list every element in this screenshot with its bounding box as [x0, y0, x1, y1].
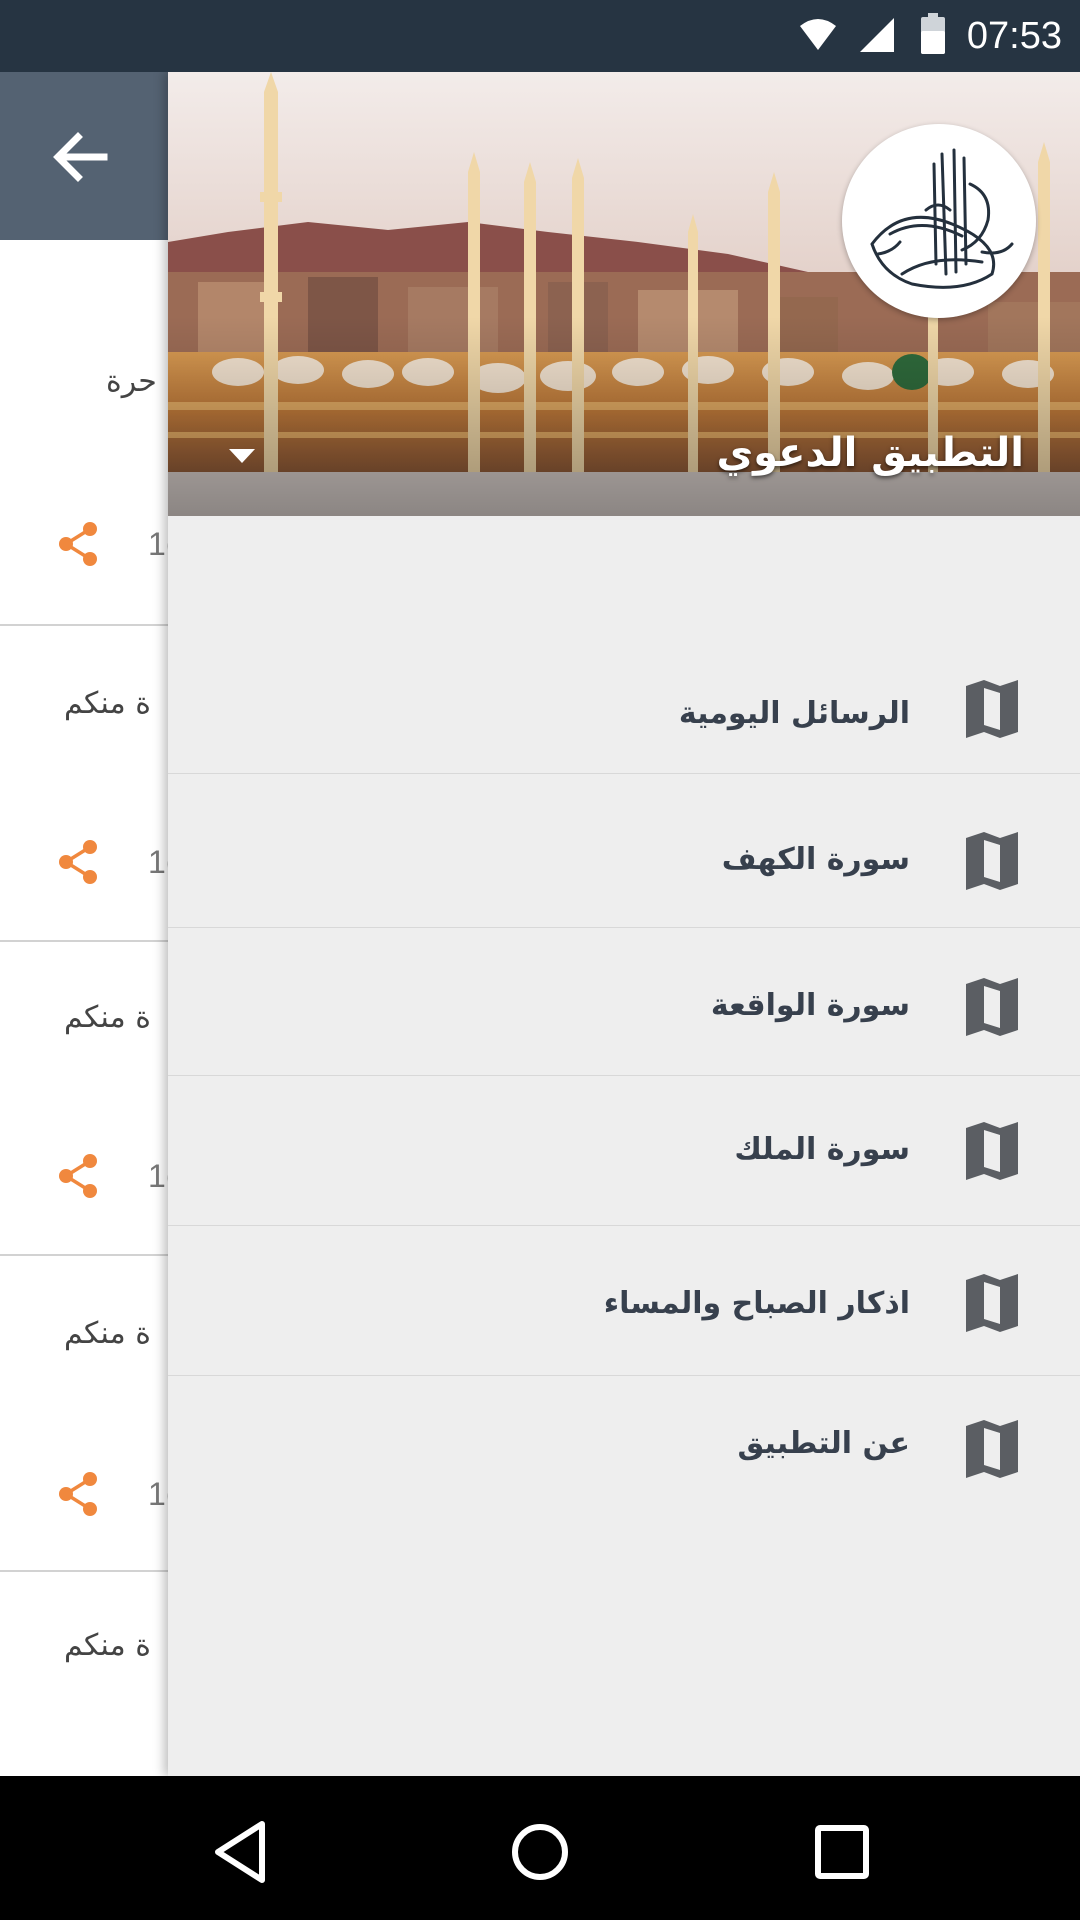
arrow-back-icon: [53, 132, 108, 182]
book-icon: [966, 1274, 1018, 1332]
menu-item-label: الرسائل اليومية: [678, 696, 910, 731]
menu-item-surat-al-kahf[interactable]: سورة الكهف: [168, 774, 1080, 928]
share-icon[interactable]: [56, 838, 100, 886]
wifi-icon: [800, 19, 836, 50]
signal-icon: [860, 18, 894, 52]
share-icon[interactable]: [56, 520, 100, 568]
nav-home-button[interactable]: [500, 1812, 580, 1892]
nav-recents-button[interactable]: [802, 1812, 882, 1892]
menu-item-label: اذكار الصباح والمساء: [603, 1286, 910, 1321]
drawer-header: التطبيق الدعوي: [168, 72, 1080, 516]
menu-item-label: عن التطبيق: [737, 1426, 911, 1461]
book-icon: [966, 1420, 1018, 1478]
card-text: ة منكم: [64, 1316, 151, 1351]
back-triangle-icon: [215, 1821, 265, 1883]
menu-item-surat-al-waqiah[interactable]: سورة الواقعة: [168, 928, 1080, 1076]
system-navigation-bar: [0, 1776, 1080, 1920]
menu-item-label: سورة الكهف: [721, 842, 910, 877]
nav-back-button[interactable]: [200, 1812, 280, 1892]
app-name: التطبيق الدعوي: [716, 430, 1024, 476]
account-dropdown-button[interactable]: [222, 436, 262, 476]
clock: 07:53: [966, 15, 1062, 57]
share-icon[interactable]: [56, 1470, 100, 1518]
menu-item-label: سورة الملك: [734, 1132, 910, 1167]
home-circle-icon: [512, 1824, 568, 1880]
profile-avatar[interactable]: [842, 124, 1036, 318]
navigation-drawer: التطبيق الدعوي الرسائل اليومية سورة الكه…: [168, 72, 1080, 1776]
menu-item-daily-messages[interactable]: الرسائل اليومية: [168, 562, 1080, 774]
menu-item-about-app[interactable]: عن التطبيق: [168, 1376, 1080, 1526]
card-text: ة منكم: [64, 1628, 151, 1663]
battery-icon: [921, 13, 945, 54]
book-icon: [966, 680, 1018, 738]
menu-item-surat-al-mulk[interactable]: سورة الملك: [168, 1076, 1080, 1226]
share-icon[interactable]: [56, 1152, 100, 1200]
book-icon: [966, 978, 1018, 1036]
calligraphy-logo: [870, 148, 1014, 289]
back-button[interactable]: [40, 122, 120, 192]
menu-item-morning-evening-adhkar[interactable]: اذكار الصباح والمساء: [168, 1226, 1080, 1376]
recents-square-icon: [815, 1825, 869, 1879]
menu-item-label: سورة الواقعة: [710, 988, 910, 1023]
book-icon: [966, 1122, 1018, 1180]
card-text: ة منكم: [64, 1000, 151, 1035]
card-text: حرة: [106, 364, 157, 399]
book-icon: [966, 832, 1018, 890]
status-bar: 07:53: [0, 0, 1080, 72]
dropdown-arrow-icon: [229, 449, 255, 463]
card-text: ة منكم: [64, 686, 151, 721]
